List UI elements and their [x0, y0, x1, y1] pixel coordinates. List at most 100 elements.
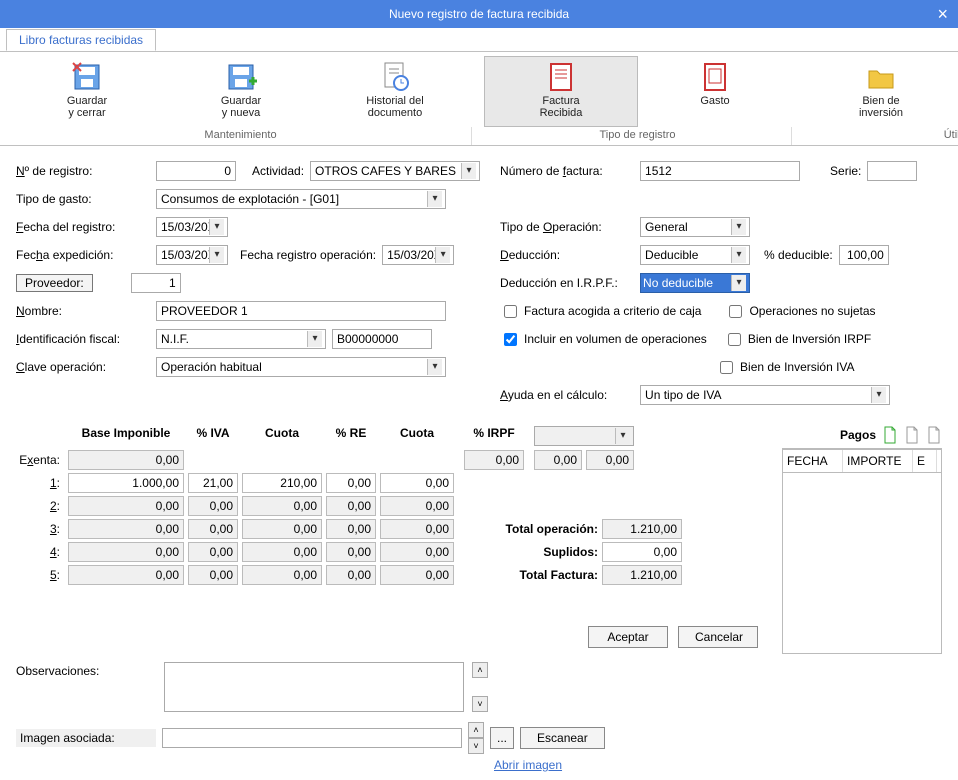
cancelar-button[interactable]: Cancelar [678, 626, 758, 648]
row-label: 5: [16, 568, 64, 582]
history-icon [379, 61, 411, 93]
cell-cuotare[interactable]: 0,00 [380, 542, 454, 562]
save-new-icon [225, 61, 257, 93]
pagos-col-e[interactable]: E [913, 450, 937, 472]
tab-libro[interactable]: Libro facturas recibidas [6, 29, 156, 51]
tipo-operacion-select[interactable] [640, 217, 750, 237]
img-scroll-down[interactable]: ˅ [468, 738, 484, 754]
chk-bien-inv-iva[interactable]: Bien de Inversión IVA [716, 358, 855, 377]
row-label: 4: [16, 545, 64, 559]
bien-inversion-button[interactable]: Bien deinversión [804, 56, 958, 127]
cell-cuotare[interactable]: 0,00 [380, 496, 454, 516]
id-fiscal-label: Identificación fiscal: [16, 332, 156, 346]
cell-base[interactable]: 0,00 [68, 542, 184, 562]
label: Historial deldocumento [325, 95, 465, 119]
doc-edit-icon[interactable] [904, 426, 920, 444]
window-title: Nuevo registro de factura recibida [389, 7, 569, 21]
cell-cuota[interactable]: 0,00 [242, 519, 322, 539]
cell-cuota[interactable]: 0,00 [242, 542, 322, 562]
gasto-button[interactable]: Gasto [638, 56, 792, 127]
total-label: Total Factura: [478, 568, 598, 582]
ribbon-group-title: Útiles [804, 127, 958, 145]
chk-volumen-op[interactable]: Incluir en volumen de operaciones [500, 330, 707, 349]
ded-irpf-select[interactable]: No deducible [640, 273, 750, 293]
n-registro-input[interactable] [156, 161, 236, 181]
img-scroll-up[interactable]: ˄ [468, 722, 484, 738]
expense-icon [699, 61, 731, 93]
browse-button[interactable]: ... [490, 727, 514, 749]
guardar-nueva-button[interactable]: Guardary nueva [164, 56, 318, 127]
serie-input[interactable] [867, 161, 917, 181]
tipo-gasto-select[interactable] [156, 189, 446, 209]
irpf-pct[interactable]: 0,00 [464, 450, 524, 470]
obs-scroll-down[interactable]: ˅ [472, 696, 488, 712]
factura-recibida-button[interactable]: FacturaRecibida [484, 56, 638, 127]
fecha-registro-input[interactable] [156, 217, 228, 237]
clave-op-label: Clave operación: [16, 360, 156, 374]
cell-cuota[interactable]: 0,00 [242, 496, 322, 516]
historial-button[interactable]: Historial deldocumento [318, 56, 472, 127]
cell-re[interactable]: 0,00 [326, 542, 376, 562]
total-value: 1.210,00 [602, 565, 682, 585]
doc-add-icon[interactable] [882, 426, 898, 444]
pagos-col-fecha[interactable]: FECHA [783, 450, 843, 472]
obs-scroll-up[interactable]: ˄ [472, 662, 488, 678]
nombre-label: Nombre: [16, 304, 156, 318]
actividad-label: Actividad: [252, 164, 304, 178]
cell-iva[interactable]: 0,00 [188, 565, 238, 585]
fecha-exped-input[interactable] [156, 245, 228, 265]
doc-del-icon[interactable] [926, 426, 942, 444]
cell-re[interactable]: 0,00 [326, 519, 376, 539]
escanear-button[interactable]: Escanear [520, 727, 605, 749]
fecha-reg-op-input[interactable] [382, 245, 454, 265]
num-factura-input[interactable] [640, 161, 800, 181]
id-fiscal-input[interactable] [332, 329, 432, 349]
pagos-title: Pagos [840, 428, 876, 442]
cell-iva[interactable]: 0,00 [188, 496, 238, 516]
id-fiscal-tipo-select[interactable] [156, 329, 326, 349]
cell-iva[interactable]: 0,00 [188, 519, 238, 539]
total-label: Total operación: [478, 522, 598, 536]
total-value[interactable]: 0,00 [602, 542, 682, 562]
total-label: Suplidos: [478, 545, 598, 559]
proveedor-button[interactable]: Proveedor: [16, 274, 93, 292]
clave-op-select[interactable] [156, 357, 446, 377]
cell-base[interactable]: 0,00 [68, 496, 184, 516]
cell-cuota[interactable]: 0,00 [242, 565, 322, 585]
irpf-v1[interactable]: 0,00 [534, 450, 582, 470]
close-icon[interactable]: × [937, 0, 948, 28]
abrir-imagen-link[interactable]: Abrir imagen [494, 758, 562, 772]
chk-op-no-sujetas[interactable]: Operaciones no sujetas [725, 302, 875, 321]
actividad-select[interactable] [310, 161, 480, 181]
chk-criterio-caja[interactable]: Factura acogida a criterio de caja [500, 302, 701, 321]
cell-base[interactable]: 1.000,00 [68, 473, 184, 493]
cell-cuotare[interactable]: 0,00 [380, 519, 454, 539]
cell-iva[interactable]: 0,00 [188, 542, 238, 562]
cell-re[interactable]: 0,00 [326, 496, 376, 516]
chk-bien-inv-irpf[interactable]: Bien de Inversión IRPF [724, 330, 871, 349]
observaciones-input[interactable] [164, 662, 464, 712]
proveedor-input[interactable] [131, 273, 181, 293]
cell-cuotare[interactable]: 0,00 [380, 473, 454, 493]
nombre-input[interactable] [156, 301, 446, 321]
cell-base[interactable]: 0,00 [68, 519, 184, 539]
cell-iva[interactable]: 21,00 [188, 473, 238, 493]
irpf-v2[interactable]: 0,00 [586, 450, 634, 470]
cell-re[interactable]: 0,00 [326, 565, 376, 585]
ayuda-calculo-select[interactable] [640, 385, 890, 405]
deduccion-select[interactable] [640, 245, 750, 265]
invoice-icon [545, 61, 577, 93]
ribbon: Guardary cerrar Guardary nueva Historial… [0, 52, 958, 146]
cell-cuota[interactable]: 210,00 [242, 473, 322, 493]
cell-base[interactable]: 0,00 [68, 565, 184, 585]
pct-deducible-input[interactable] [839, 245, 889, 265]
label: FacturaRecibida [491, 95, 631, 119]
guardar-cerrar-button[interactable]: Guardary cerrar [10, 56, 164, 127]
cell-cuotare[interactable]: 0,00 [380, 565, 454, 585]
imagen-input[interactable] [162, 728, 462, 748]
irpf-type-select[interactable] [534, 426, 634, 446]
aceptar-button[interactable]: Aceptar [588, 626, 668, 648]
exenta-base[interactable]: 0,00 [68, 450, 184, 470]
pagos-col-importe[interactable]: IMPORTE [843, 450, 913, 472]
cell-re[interactable]: 0,00 [326, 473, 376, 493]
